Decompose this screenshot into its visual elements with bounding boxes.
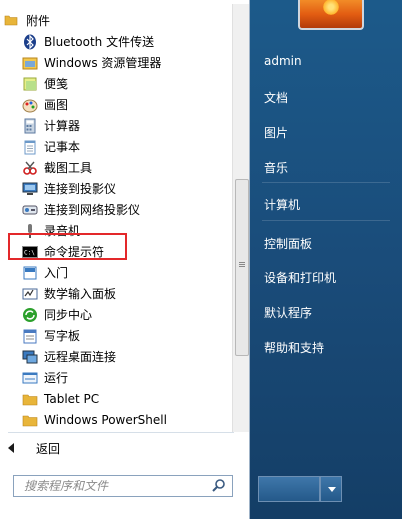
start-menu: 附件 Bluetooth 文件传送 Windows 资源管理器 便笺 画图 计算…: [0, 0, 402, 519]
back-label: 返回: [36, 441, 61, 456]
program-item-bluetooth[interactable]: Bluetooth 文件传送: [22, 31, 154, 52]
right-item-music[interactable]: 音乐: [264, 159, 288, 176]
right-divider: [262, 220, 390, 221]
right-item-computer[interactable]: 计算机: [264, 196, 300, 213]
network-projector-icon: [22, 202, 38, 218]
search-icon[interactable]: [210, 477, 228, 495]
remote-desktop-icon: [22, 349, 38, 365]
sticky-notes-icon: [22, 76, 38, 92]
back-button[interactable]: 返回: [8, 438, 60, 458]
cmd-icon: C:\: [22, 244, 38, 260]
right-item-control-panel[interactable]: 控制面板: [264, 235, 312, 252]
folder-icon: [22, 391, 38, 407]
program-item-math-input[interactable]: 数学输入面板: [22, 283, 116, 304]
program-item-sound-recorder[interactable]: 录音机: [22, 220, 80, 241]
svg-text:C:\: C:\: [24, 249, 35, 256]
program-label: 连接到投影仪: [44, 182, 117, 196]
program-item-sync-center[interactable]: 同步中心: [22, 304, 92, 325]
program-label: 运行: [44, 371, 69, 385]
right-item-admin[interactable]: admin: [264, 54, 302, 68]
program-label: 入门: [44, 266, 69, 280]
getting-started-icon: [22, 265, 38, 281]
program-label: Windows 资源管理器: [44, 56, 162, 70]
program-item-wordpad[interactable]: 写字板: [22, 325, 80, 346]
program-label: 同步中心: [44, 308, 93, 322]
program-label: Bluetooth 文件传送: [44, 35, 155, 49]
program-label: 画图: [44, 98, 69, 112]
program-label: Tablet PC: [44, 391, 100, 406]
right-item-devices-printers[interactable]: 设备和打印机: [264, 269, 336, 286]
program-item-cmd[interactable]: C:\ 命令提示符: [22, 241, 104, 262]
program-label: 记事本: [44, 140, 81, 154]
scrollbar-thumb[interactable]: [235, 179, 249, 356]
sound-recorder-icon: [22, 223, 38, 239]
program-item-network-projector[interactable]: 连接到网络投影仪: [22, 199, 140, 220]
explorer-icon: [22, 55, 38, 71]
calculator-icon: [22, 118, 38, 134]
program-label: 截图工具: [44, 161, 93, 175]
shutdown-options-button[interactable]: [320, 476, 342, 502]
program-item-explorer[interactable]: Windows 资源管理器: [22, 52, 161, 73]
program-label: 录音机: [44, 224, 81, 238]
right-item-default-programs[interactable]: 默认程序: [264, 304, 312, 321]
programs-list: 附件 Bluetooth 文件传送 Windows 资源管理器 便笺 画图 计算…: [0, 0, 232, 432]
folder-accessories[interactable]: 附件: [4, 10, 50, 30]
program-label: 远程桌面连接: [44, 350, 117, 364]
program-item-windows-powershell[interactable]: Windows PowerShell: [22, 409, 167, 430]
math-input-icon: [22, 286, 38, 302]
right-item-pictures[interactable]: 图片: [264, 124, 288, 141]
right-item-help-support[interactable]: 帮助和支持: [264, 339, 324, 356]
user-avatar[interactable]: [298, 0, 364, 30]
program-label: 计算器: [44, 119, 81, 133]
left-pane: 附件 Bluetooth 文件传送 Windows 资源管理器 便笺 画图 计算…: [0, 0, 250, 519]
paint-icon: [22, 97, 38, 113]
back-arrow-icon: [8, 443, 14, 453]
program-label: 便笺: [44, 77, 69, 91]
program-item-notepad[interactable]: 记事本: [22, 136, 80, 157]
programs-scrollbar[interactable]: [232, 4, 249, 432]
folder-icon: [22, 412, 38, 428]
program-item-remote-desktop[interactable]: 远程桌面连接: [22, 346, 116, 367]
right-divider: [262, 182, 390, 183]
scrollbar-grip-icon: [239, 262, 245, 263]
search-box[interactable]: [13, 475, 233, 497]
divider: [8, 432, 234, 433]
program-item-getting-started[interactable]: 入门: [22, 262, 68, 283]
program-label: Windows PowerShell: [44, 412, 167, 427]
program-item-sticky-notes[interactable]: 便笺: [22, 73, 68, 94]
program-item-snipping-tool[interactable]: 截图工具: [22, 157, 92, 178]
sync-center-icon: [22, 307, 38, 323]
program-item-paint[interactable]: 画图: [22, 94, 68, 115]
program-item-projector[interactable]: 连接到投影仪: [22, 178, 116, 199]
folder-icon: [4, 15, 18, 26]
run-icon: [22, 370, 38, 386]
notepad-icon: [22, 139, 38, 155]
program-item-run[interactable]: 运行: [22, 367, 68, 388]
right-item-documents[interactable]: 文档: [264, 89, 288, 106]
bluetooth-icon: [22, 34, 38, 50]
program-item-calculator[interactable]: 计算器: [22, 115, 80, 136]
program-item-tablet-pc[interactable]: Tablet PC: [22, 388, 99, 409]
projector-icon: [22, 181, 38, 197]
search-input[interactable]: [22, 476, 210, 496]
folder-label: 附件: [26, 13, 51, 28]
right-pane: admin 文档 图片 音乐 计算机 控制面板 设备和打印机 默认程序 帮助和支…: [250, 0, 402, 519]
shutdown-button[interactable]: [258, 476, 320, 502]
wordpad-icon: [22, 328, 38, 344]
program-label: 数学输入面板: [44, 287, 117, 301]
program-label: 连接到网络投影仪: [44, 203, 141, 217]
program-label: 写字板: [44, 329, 81, 343]
program-label: 命令提示符: [44, 245, 105, 259]
snipping-tool-icon: [22, 160, 38, 176]
